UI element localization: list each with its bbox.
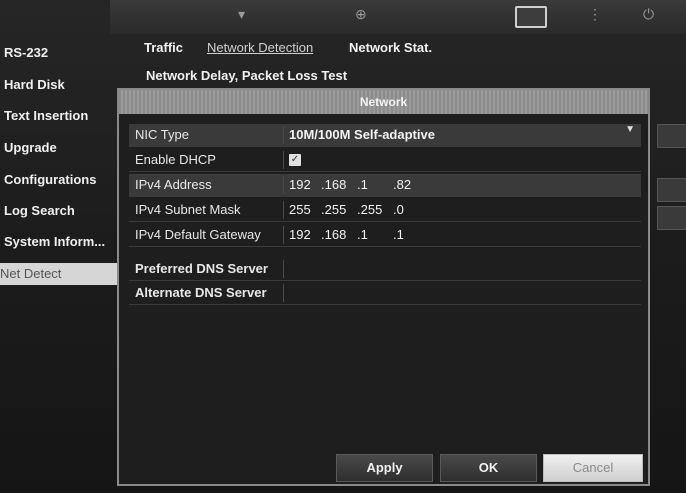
mask-octet-1[interactable]: 255	[289, 199, 311, 221]
background-field-1	[657, 124, 686, 148]
sidebar-item-system-information[interactable]: System Inform...	[4, 231, 116, 253]
mask-octet-4[interactable]: .0	[393, 199, 404, 221]
info-icon[interactable]: ⋮	[588, 6, 602, 23]
tab-traffic[interactable]: Traffic	[144, 40, 183, 55]
cancel-button[interactable]: Cancel	[543, 454, 643, 482]
dhcp-label: Enable DHCP	[135, 152, 216, 167]
preferred-dns-field[interactable]	[289, 258, 639, 280]
dvr-screen: ▾ ⊕ ⋮ ⏻ RS-232 Hard Disk Text Insertion …	[0, 0, 686, 493]
sidebar-item-hard-disk[interactable]: Hard Disk	[4, 74, 116, 96]
subnet-mask-row: IPv4 Subnet Mask 255 .255 .255 .0	[129, 199, 641, 222]
tab-network-detection[interactable]: Network Detection	[207, 40, 313, 55]
dhcp-row: Enable DHCP ✓	[129, 149, 641, 172]
ipv4-address-field[interactable]: 192 .168 .1 .82	[289, 174, 639, 196]
down-arrow-icon[interactable]: ▾	[238, 6, 245, 23]
network-dialog: Network NIC Type 10M/100M Self-adaptive …	[117, 88, 650, 486]
dialog-body: NIC Type 10M/100M Self-adaptive ▼ Enable…	[129, 122, 641, 422]
alternate-dns-row: Alternate DNS Server	[129, 282, 641, 305]
chevron-down-icon[interactable]: ▼	[625, 124, 635, 135]
preferred-dns-label: Preferred DNS Server	[135, 261, 268, 276]
gw-octet-1[interactable]: 192	[289, 224, 311, 246]
preferred-dns-row: Preferred DNS Server	[129, 258, 641, 281]
mask-octet-3[interactable]: .255	[357, 199, 382, 221]
nic-type-select[interactable]: 10M/100M Self-adaptive	[289, 124, 639, 146]
sidebar-item-log-search[interactable]: Log Search	[4, 200, 116, 222]
gw-octet-4[interactable]: .1	[393, 224, 404, 246]
dhcp-checkbox[interactable]: ✓	[289, 154, 301, 166]
ipv4-address-label: IPv4 Address	[135, 177, 212, 192]
background-field-3	[657, 206, 686, 230]
ok-button[interactable]: OK	[440, 454, 537, 482]
background-field-2	[657, 178, 686, 202]
ipv4-address-row: IPv4 Address 192 .168 .1 .82	[129, 174, 641, 197]
top-toolbar: ▾ ⊕ ⋮ ⏻	[110, 0, 686, 34]
gateway-label: IPv4 Default Gateway	[135, 227, 261, 242]
gateway-field[interactable]: 192 .168 .1 .1	[289, 224, 639, 246]
gw-octet-2[interactable]: .168	[321, 224, 346, 246]
sidebar-item-upgrade[interactable]: Upgrade	[4, 137, 116, 159]
apply-button[interactable]: Apply	[336, 454, 433, 482]
power-icon[interactable]: ⏻	[643, 6, 654, 23]
sidebar-item-rs232[interactable]: RS-232	[4, 42, 116, 64]
sidebar-item-net-detect[interactable]: Net Detect	[0, 263, 120, 285]
section-subtitle: Network Delay, Packet Loss Test	[146, 68, 348, 83]
dialog-title: Network	[119, 90, 648, 114]
network-icon[interactable]: ⊕	[355, 6, 367, 23]
mask-octet-2[interactable]: .255	[321, 199, 346, 221]
sidebar: RS-232 Hard Disk Text Insertion Upgrade …	[0, 34, 120, 493]
ip-octet-1[interactable]: 192	[289, 174, 311, 196]
ip-octet-2[interactable]: .168	[321, 174, 346, 196]
nic-type-row: NIC Type 10M/100M Self-adaptive ▼	[129, 124, 641, 147]
ip-octet-3[interactable]: .1	[357, 174, 368, 196]
gw-octet-3[interactable]: .1	[357, 224, 368, 246]
tab-network-stat[interactable]: Network Stat.	[349, 40, 432, 55]
subnet-mask-field[interactable]: 255 .255 .255 .0	[289, 199, 639, 221]
nic-type-label: NIC Type	[135, 127, 189, 142]
alternate-dns-field[interactable]	[289, 282, 639, 304]
display-icon[interactable]	[515, 6, 547, 28]
alternate-dns-label: Alternate DNS Server	[135, 285, 267, 300]
sidebar-item-configurations[interactable]: Configurations	[4, 169, 116, 191]
ip-octet-4[interactable]: .82	[393, 174, 411, 196]
subnet-mask-label: IPv4 Subnet Mask	[135, 202, 241, 217]
sidebar-item-text-insertion[interactable]: Text Insertion	[4, 105, 116, 127]
gateway-row: IPv4 Default Gateway 192 .168 .1 .1	[129, 224, 641, 247]
